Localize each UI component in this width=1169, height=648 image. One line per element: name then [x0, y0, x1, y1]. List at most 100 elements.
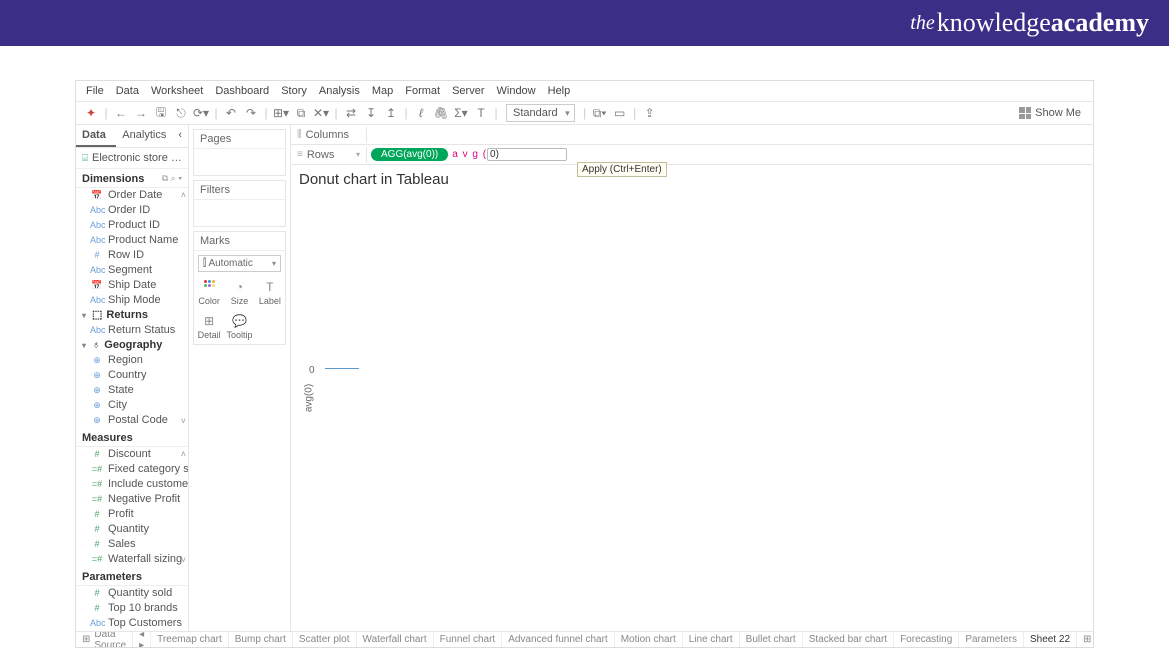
menu-dashboard[interactable]: Dashboard [211, 84, 273, 98]
new-worksheet-icon[interactable]: ⊞▾ [272, 104, 290, 122]
param-top-10-brands[interactable]: #Top 10 brands [76, 601, 188, 616]
field-fixed-category[interactable]: =#Fixed category s... [76, 462, 188, 477]
refresh-icon[interactable]: ⟳▾ [192, 104, 210, 122]
dimensions-tools[interactable]: ⧉ ⌕ ▾ [162, 173, 182, 185]
formula-input[interactable]: 0) [487, 148, 567, 161]
sheet-tab[interactable]: Line chart [683, 632, 740, 647]
filters-card[interactable]: Filters [193, 180, 286, 227]
field-country[interactable]: ⊕Country [76, 368, 188, 383]
scroll-up-icon[interactable]: ˄ [181, 449, 186, 459]
sheet-tab[interactable]: Funnel chart [434, 632, 503, 647]
menu-story[interactable]: Story [277, 84, 311, 98]
show-cards-icon[interactable]: ⧉▾ [591, 104, 609, 122]
menu-map[interactable]: Map [368, 84, 397, 98]
field-waterfall-sizing[interactable]: =#Waterfall sizing [76, 552, 188, 567]
sheet-tab-active[interactable]: Sheet 22 [1024, 631, 1077, 647]
scroll-down-icon[interactable]: ˅ [181, 416, 186, 426]
nav-tabs[interactable]: ◂ ▸ [133, 631, 151, 647]
field-product-name[interactable]: AbcProduct Name [76, 233, 188, 248]
rows-menu-icon[interactable]: ▾ [356, 150, 360, 159]
rows-shelf[interactable]: ≡Rows▾ AGG(avg(0)) a v g ( 0) Apply (Ctr… [291, 145, 1093, 165]
param-top-customers[interactable]: AbcTop Customers [76, 616, 188, 631]
field-ship-date[interactable]: 📅Ship Date [76, 278, 188, 293]
share-icon[interactable]: ⇪ [641, 104, 659, 122]
field-postal-code[interactable]: ⊕Postal Code [76, 413, 188, 428]
marks-size[interactable]: ◔Size [224, 276, 254, 310]
totals-icon[interactable]: Σ▾ [452, 104, 470, 122]
sheet-title[interactable]: Donut chart in Tableau [291, 165, 1093, 194]
sheet-tab[interactable]: Bullet chart [740, 632, 803, 647]
fit-dropdown[interactable]: Standard [506, 104, 575, 122]
field-negative-profit[interactable]: =#Negative Profit [76, 492, 188, 507]
field-row-id[interactable]: #Row ID [76, 248, 188, 263]
sheet-tab[interactable]: Motion chart [615, 632, 683, 647]
sheet-tab[interactable]: Waterfall chart [357, 632, 434, 647]
group-icon[interactable]: 🖇 [432, 104, 450, 122]
sort-desc-icon[interactable]: ↥ [382, 104, 400, 122]
menu-file[interactable]: File [82, 84, 108, 98]
sheet-tab[interactable]: Treemap chart [151, 632, 229, 647]
sheet-tab[interactable]: Scatter plot [293, 632, 357, 647]
sheet-tab[interactable]: Parameters [959, 632, 1024, 647]
sheet-tab[interactable]: Forecasting [894, 632, 959, 647]
sheet-tab[interactable]: Bump chart [229, 632, 293, 647]
field-include-customer[interactable]: =#Include customer... [76, 477, 188, 492]
highlight-icon[interactable]: ℓ [412, 104, 430, 122]
field-order-date[interactable]: 📅Order Date [76, 188, 188, 203]
field-order-id[interactable]: AbcOrder ID [76, 203, 188, 218]
rows-pill-agg-avg0[interactable]: AGG(avg(0)) [371, 148, 448, 161]
duplicate-icon[interactable]: ⧉ [292, 104, 310, 122]
menu-window[interactable]: Window [493, 84, 540, 98]
marks-label[interactable]: TLabel [255, 276, 285, 310]
scroll-up-icon[interactable]: ˄ [181, 190, 186, 200]
sheet-tab[interactable]: Stacked bar chart [803, 632, 894, 647]
swap-icon[interactable]: ⇄ [342, 104, 360, 122]
menu-server[interactable]: Server [448, 84, 488, 98]
field-profit[interactable]: #Profit [76, 507, 188, 522]
tab-analytics[interactable]: Analytics [116, 125, 172, 147]
presentation-icon[interactable]: ▭ [611, 104, 629, 122]
field-discount[interactable]: #Discount [76, 447, 188, 462]
datasource-tab[interactable]: ⊞Data Source [76, 631, 133, 647]
field-segment[interactable]: AbcSegment [76, 263, 188, 278]
viz-canvas[interactable]: Donut chart in Tableau avg(0) 0 [291, 165, 1093, 631]
param-quantity-sold[interactable]: #Quantity sold [76, 586, 188, 601]
save-icon[interactable]: 🖫 [152, 104, 170, 122]
field-sales[interactable]: #Sales [76, 537, 188, 552]
marks-tooltip[interactable]: 💬Tooltip [224, 310, 254, 344]
pages-card[interactable]: Pages [193, 129, 286, 176]
field-return-status[interactable]: AbcReturn Status [76, 323, 188, 338]
marks-detail[interactable]: ⊞Detail [194, 310, 224, 344]
folder-geography[interactable]: ▾♁ Geography [76, 338, 188, 353]
field-product-id[interactable]: AbcProduct ID [76, 218, 188, 233]
scroll-down-icon[interactable]: ˅ [181, 555, 186, 565]
collapse-pane-icon[interactable]: ‹ [172, 125, 188, 147]
tableau-logo-icon[interactable]: ✦ [82, 104, 100, 122]
tab-data[interactable]: Data [76, 125, 116, 147]
forward-icon[interactable]: → [132, 104, 150, 122]
sheet-tab[interactable]: Advanced funnel chart [502, 632, 615, 647]
datasource-row[interactable]: ⌸ Electronic store sa... [76, 148, 188, 169]
show-me-button[interactable]: Show Me [1019, 107, 1087, 119]
back-icon[interactable]: ← [112, 104, 130, 122]
menu-analysis[interactable]: Analysis [315, 84, 364, 98]
formula-editor[interactable]: a v g ( 0) [452, 148, 567, 161]
sort-asc-icon[interactable]: ↧ [362, 104, 380, 122]
labels-icon[interactable]: T [472, 104, 490, 122]
clear-icon[interactable]: ✕▾ [312, 104, 330, 122]
field-state[interactable]: ⊕State [76, 383, 188, 398]
field-region[interactable]: ⊕Region [76, 353, 188, 368]
undo-icon[interactable]: ↶ [222, 104, 240, 122]
field-quantity[interactable]: #Quantity [76, 522, 188, 537]
columns-shelf[interactable]: ⫼Columns [291, 125, 1093, 145]
mark-type-dropdown[interactable]: ⫿ Automatic [198, 255, 281, 272]
dashboard-tab[interactable]: ⊞ Dashboard 1 [1077, 632, 1093, 647]
new-datasource-icon[interactable]: ⎋ [172, 104, 190, 122]
menu-help[interactable]: Help [544, 84, 575, 98]
field-city[interactable]: ⊕City [76, 398, 188, 413]
folder-returns[interactable]: ▾⬚ Returns [76, 308, 188, 323]
menu-worksheet[interactable]: Worksheet [147, 84, 207, 98]
menu-format[interactable]: Format [401, 84, 444, 98]
field-ship-mode[interactable]: AbcShip Mode [76, 293, 188, 308]
redo-icon[interactable]: ↷ [242, 104, 260, 122]
